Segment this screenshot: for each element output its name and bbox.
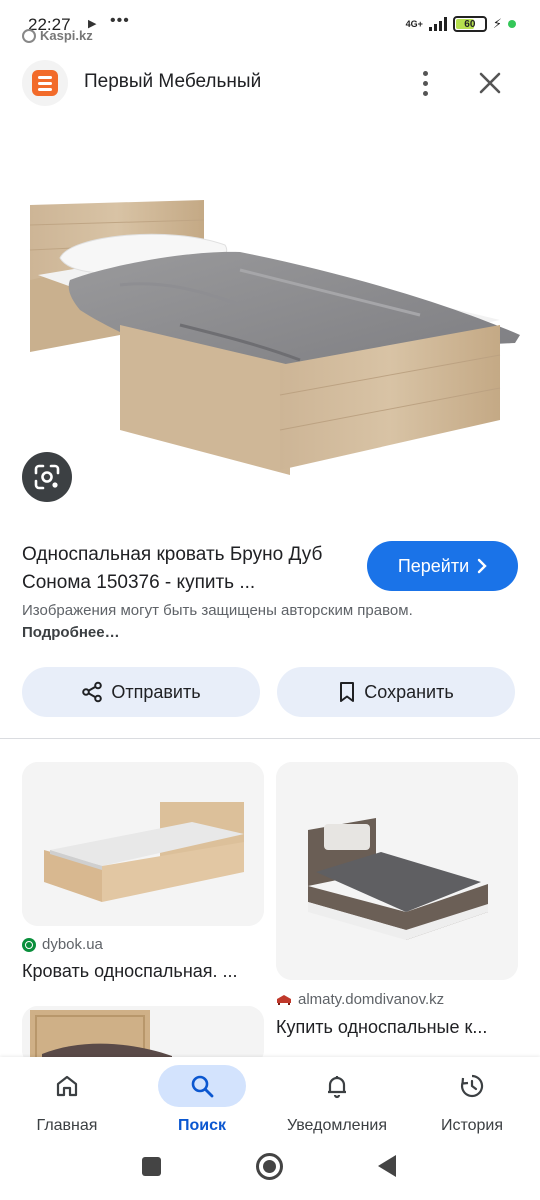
network-label: 4G+ <box>405 18 423 29</box>
status-indicators: 4G+ 60 ⚡ <box>406 16 516 32</box>
status-source-label: Kaspi.kz <box>40 28 93 43</box>
system-navigation-bar <box>0 1145 540 1200</box>
bookmark-icon <box>340 682 355 702</box>
bottom-navigation: Главная Поиск Уведомления История <box>0 1057 540 1145</box>
back-button[interactable] <box>378 1155 396 1177</box>
bed-thumbnail-1 <box>22 762 264 926</box>
home-button[interactable] <box>256 1153 283 1180</box>
save-button-label: Сохранить <box>364 681 454 702</box>
learn-more-link[interactable]: Подробнее… <box>22 624 120 641</box>
related-title-2[interactable]: Купить односпальные к... <box>276 1017 487 1038</box>
recents-button[interactable] <box>142 1157 161 1176</box>
close-button[interactable] <box>474 66 506 100</box>
copyright-notice: Изображения могут быть защищены авторски… <box>22 600 422 644</box>
more-notifications-icon: ••• <box>110 12 130 29</box>
main-image[interactable] <box>0 130 540 510</box>
close-icon <box>479 72 501 94</box>
send-button[interactable]: Отправить <box>22 667 260 717</box>
related-source-2[interactable]: almaty.domdivanov.kz <box>276 991 444 1008</box>
related-source-1[interactable]: dybok.ua <box>22 936 103 953</box>
nav-history[interactable]: История <box>412 1065 532 1143</box>
nav-search[interactable]: Поиск <box>142 1065 262 1143</box>
related-image-2[interactable] <box>276 762 518 980</box>
bed-thumbnail-2 <box>276 762 518 980</box>
bed-image <box>29 200 520 475</box>
privacy-dot-icon <box>508 20 516 28</box>
result-header: Первый Мебельный <box>0 58 540 108</box>
bell-icon <box>328 1076 346 1099</box>
charging-icon: ⚡ <box>492 16 502 31</box>
chevron-right-icon <box>477 558 487 574</box>
divider <box>0 738 540 739</box>
home-icon <box>56 1075 78 1097</box>
site-title[interactable]: Первый Мебельный <box>84 71 261 93</box>
related-title-1[interactable]: Кровать односпальная. ... <box>22 961 238 982</box>
result-title[interactable]: Односпальная кровать Бруно Дуб Сонома 15… <box>22 541 352 597</box>
related-source-1-label: dybok.ua <box>42 936 103 953</box>
nav-notifications[interactable]: Уведомления <box>277 1065 397 1143</box>
search-icon <box>191 1075 214 1098</box>
status-source: Kaspi.kz <box>22 28 93 43</box>
google-lens-button[interactable] <box>22 452 72 502</box>
go-button[interactable]: Перейти <box>367 541 518 591</box>
site-favicon-icon <box>22 937 36 952</box>
site-logo-icon[interactable] <box>22 60 68 106</box>
sofa-favicon-icon <box>277 995 291 1005</box>
go-button-label: Перейти <box>397 555 470 576</box>
battery-icon: 60 <box>452 16 487 32</box>
nav-home-label: Главная <box>36 1117 98 1134</box>
copyright-text: Изображения могут быть защищены авторски… <box>22 602 413 619</box>
related-source-2-label: almaty.domdivanov.kz <box>298 991 445 1008</box>
nav-search-label: Поиск <box>177 1117 226 1134</box>
signal-icon <box>428 17 447 31</box>
nav-history-label: История <box>440 1117 504 1134</box>
history-icon <box>460 1074 484 1098</box>
share-icon <box>82 681 103 703</box>
google-lens-icon <box>34 464 60 490</box>
send-button-label: Отправить <box>111 681 201 702</box>
source-icon <box>22 28 36 43</box>
battery-level: 60 <box>464 18 476 30</box>
save-button[interactable]: Сохранить <box>277 667 515 717</box>
related-image-1[interactable] <box>22 762 264 926</box>
status-bar: 22:27 ▶ ••• Kaspi.kz 4G+ 60 ⚡ <box>0 0 540 43</box>
more-options-button[interactable] <box>412 66 438 100</box>
nav-home[interactable]: Главная <box>7 1065 127 1143</box>
nav-notifications-label: Уведомления <box>286 1117 388 1134</box>
